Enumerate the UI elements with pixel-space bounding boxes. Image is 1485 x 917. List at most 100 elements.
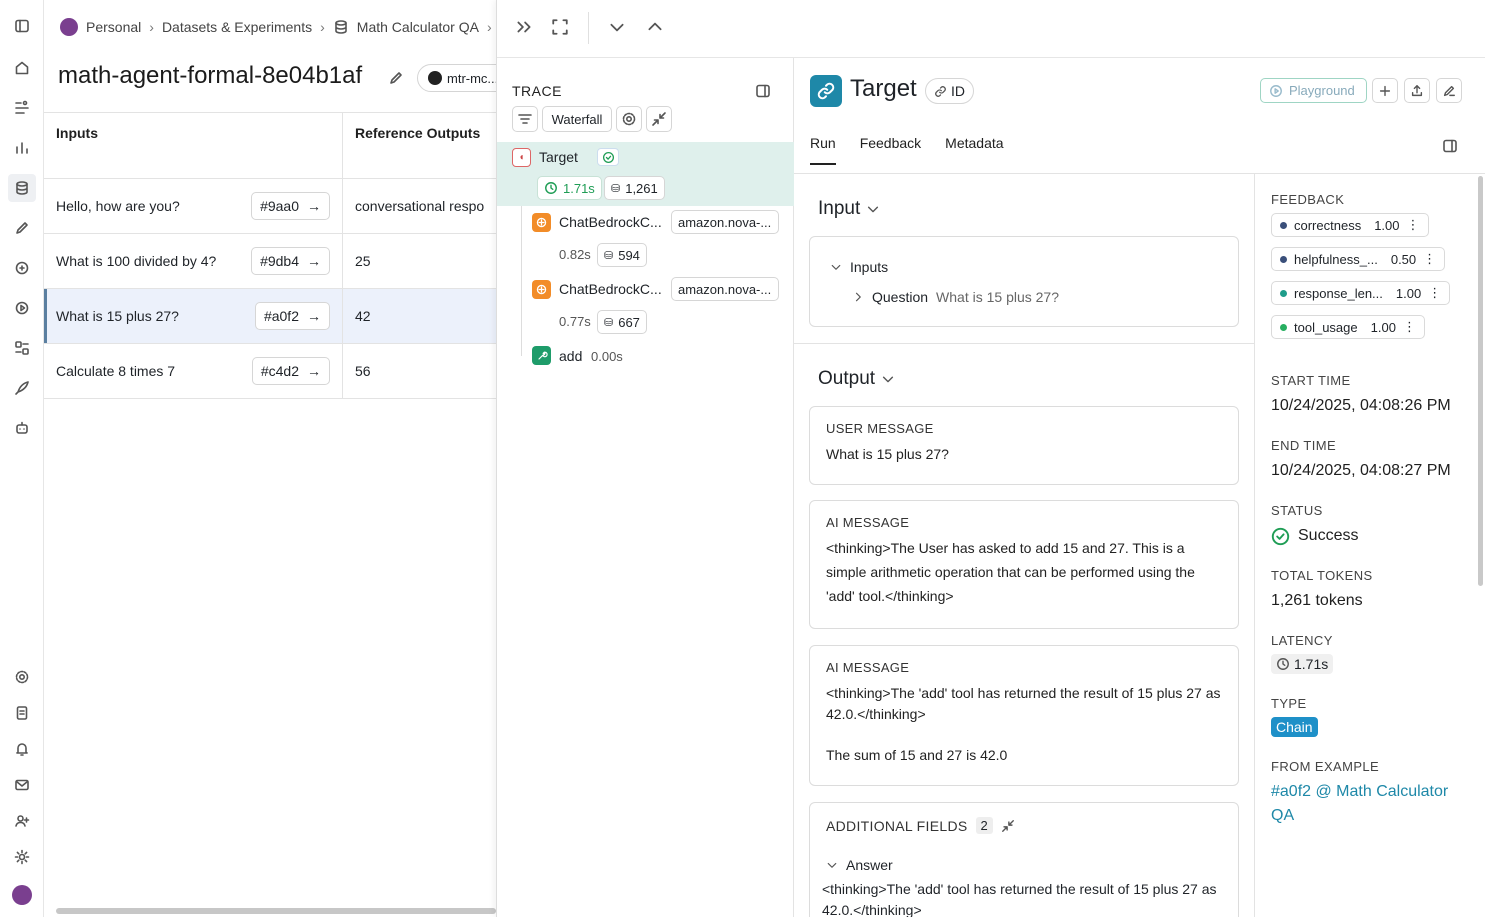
- trace-node-llm[interactable]: ChatBedrockC... amazon.nova-... 0.77s ⛁ 6…: [497, 275, 794, 341]
- breadcrumb-workspace[interactable]: Personal: [86, 19, 141, 35]
- message-text: <thinking>The 'add' tool has returned th…: [826, 685, 1221, 722]
- trace-node-tool[interactable]: add 0.00s: [497, 344, 794, 374]
- example-id: #c4d2: [260, 363, 299, 379]
- collapse-panel-icon[interactable]: [515, 18, 535, 38]
- notifications-icon[interactable]: [12, 739, 32, 759]
- copy-id-button[interactable]: ID: [925, 78, 974, 104]
- sidebar-toggle-icon[interactable]: [12, 16, 32, 36]
- arrow-right-icon: →: [307, 308, 321, 324]
- docs-icon[interactable]: [12, 703, 32, 723]
- feedback-chip[interactable]: tool_usage 1.00 ⋮: [1271, 315, 1425, 339]
- more-icon[interactable]: ⋮: [1403, 319, 1416, 335]
- tracing-icon[interactable]: [12, 98, 32, 118]
- share-icon[interactable]: [1404, 78, 1430, 103]
- table-row[interactable]: Hello, how are you? #9aa0 → conversationa…: [44, 179, 496, 234]
- experiment-page: Personal › Datasets & Experiments › Math…: [44, 0, 496, 917]
- output-title: Output: [818, 368, 876, 389]
- datasets-icon[interactable]: [8, 174, 36, 202]
- arrow-right-icon: →: [307, 363, 321, 379]
- mail-icon[interactable]: [12, 775, 32, 795]
- breadcrumb-section[interactable]: Datasets & Experiments: [162, 19, 312, 35]
- settings-icon[interactable]: [12, 667, 32, 687]
- model-chip: amazon.nova-...: [671, 277, 779, 301]
- column-header-reference[interactable]: Reference Outputs: [343, 113, 496, 178]
- chain-icon: ◖: [512, 148, 531, 167]
- annotation-icon[interactable]: [12, 218, 32, 238]
- vertical-scrollbar[interactable]: [1478, 176, 1483, 586]
- agent-icon[interactable]: [12, 418, 32, 438]
- edit-title-icon[interactable]: [388, 70, 404, 86]
- column-header-inputs[interactable]: Inputs: [44, 113, 343, 178]
- repo-label: mtr-mc...: [447, 70, 496, 86]
- example-id-button[interactable]: #9aa0 →: [251, 192, 330, 220]
- chevron-down-icon[interactable]: [608, 18, 628, 38]
- tab-metadata[interactable]: Metadata: [945, 135, 1003, 165]
- feedback-chip[interactable]: helpfulness_... 0.50 ⋮: [1271, 247, 1446, 271]
- collapse-icon[interactable]: [1001, 819, 1015, 833]
- annotate-icon[interactable]: [1436, 78, 1462, 103]
- message-text: <thinking>The User has asked to add 15 a…: [826, 540, 1195, 604]
- start-time-value: 10/24/2025, 04:08:26 PM: [1271, 397, 1451, 414]
- llm-icon: [532, 280, 551, 299]
- view-select[interactable]: Waterfall: [542, 106, 612, 132]
- node-name: Target: [539, 149, 578, 165]
- tokens-value: 667: [618, 314, 640, 330]
- feedback-score: 1.00: [1370, 319, 1396, 335]
- from-example-link[interactable]: #a0f2 @ Math Calculator QA: [1271, 780, 1470, 828]
- answer-toggle[interactable]: Answer: [826, 857, 893, 873]
- split-view-icon[interactable]: [755, 83, 771, 99]
- latency-value: 1.71s: [563, 180, 595, 196]
- node-name: ChatBedrockC...: [559, 281, 662, 297]
- type-badge: Chain: [1271, 717, 1318, 737]
- filter-icon[interactable]: [512, 106, 538, 132]
- repo-chip[interactable]: mtr-mc...: [417, 64, 496, 92]
- question-row[interactable]: Question What is 15 plus 27?: [852, 289, 1059, 305]
- user-avatar[interactable]: [12, 885, 32, 905]
- latency-badge: 1.71s: [1271, 654, 1334, 674]
- theme-icon[interactable]: [12, 847, 32, 867]
- invite-user-icon[interactable]: [12, 811, 32, 831]
- end-time-label: END TIME: [1271, 438, 1337, 453]
- trace-node-target[interactable]: ◖ Target 1.71s ⛁ 1,261: [497, 142, 794, 206]
- start-time-label: START TIME: [1271, 373, 1351, 388]
- table-row-selected[interactable]: What is 15 plus 27? #a0f2 → 42: [44, 289, 496, 344]
- feedback-chip[interactable]: response_len... 1.00 ⋮: [1271, 281, 1451, 305]
- prompts-icon[interactable]: [12, 258, 32, 278]
- monitoring-icon[interactable]: [12, 138, 32, 158]
- inputs-toggle[interactable]: Inputs: [830, 259, 888, 275]
- total-tokens-value: 1,261 tokens: [1271, 592, 1363, 609]
- github-icon: [428, 71, 442, 85]
- breadcrumb-dataset[interactable]: Math Calculator QA: [357, 19, 479, 35]
- example-id-button[interactable]: #a0f2 →: [254, 302, 330, 330]
- playground-icon[interactable]: [12, 298, 32, 318]
- answer-label: Answer: [846, 857, 893, 873]
- side-panel-icon[interactable]: [1442, 138, 1458, 154]
- table-row[interactable]: Calculate 8 times 7 #c4d2 → 56: [44, 344, 496, 399]
- chevron-up-icon[interactable]: [646, 18, 666, 38]
- more-icon[interactable]: ⋮: [1407, 217, 1420, 233]
- deployments-icon[interactable]: [12, 338, 32, 358]
- chevron-right-icon: ›: [320, 19, 325, 35]
- output-section-toggle[interactable]: Output: [818, 368, 895, 390]
- trace-node-llm[interactable]: ChatBedrockC... amazon.nova-... 0.82s ⛁ 5…: [497, 208, 794, 274]
- collapse-all-icon[interactable]: [646, 106, 672, 132]
- more-icon[interactable]: ⋮: [1423, 251, 1436, 267]
- question-label: Question: [872, 289, 929, 305]
- fullscreen-icon[interactable]: [551, 18, 571, 38]
- input-section-toggle[interactable]: Input: [818, 198, 880, 220]
- row-reference: 56: [355, 363, 371, 379]
- more-icon[interactable]: ⋮: [1428, 285, 1441, 301]
- example-id-button[interactable]: #c4d2 →: [251, 357, 330, 385]
- tab-feedback[interactable]: Feedback: [860, 135, 921, 165]
- trace-settings-icon[interactable]: [616, 106, 642, 132]
- add-icon[interactable]: [1372, 78, 1398, 103]
- horizontal-scrollbar[interactable]: [56, 908, 496, 914]
- table-row[interactable]: What is 100 divided by 4? #9db4 → 25: [44, 234, 496, 289]
- tab-run[interactable]: Run: [810, 135, 836, 165]
- feedback-chip[interactable]: correctness 1.00 ⋮: [1271, 213, 1429, 237]
- home-icon[interactable]: [12, 58, 32, 78]
- latency-value: 0.77s: [559, 314, 591, 329]
- playground-button[interactable]: Playground: [1260, 78, 1367, 103]
- rocket-icon[interactable]: [12, 378, 32, 398]
- example-id-button[interactable]: #9db4 →: [251, 247, 330, 275]
